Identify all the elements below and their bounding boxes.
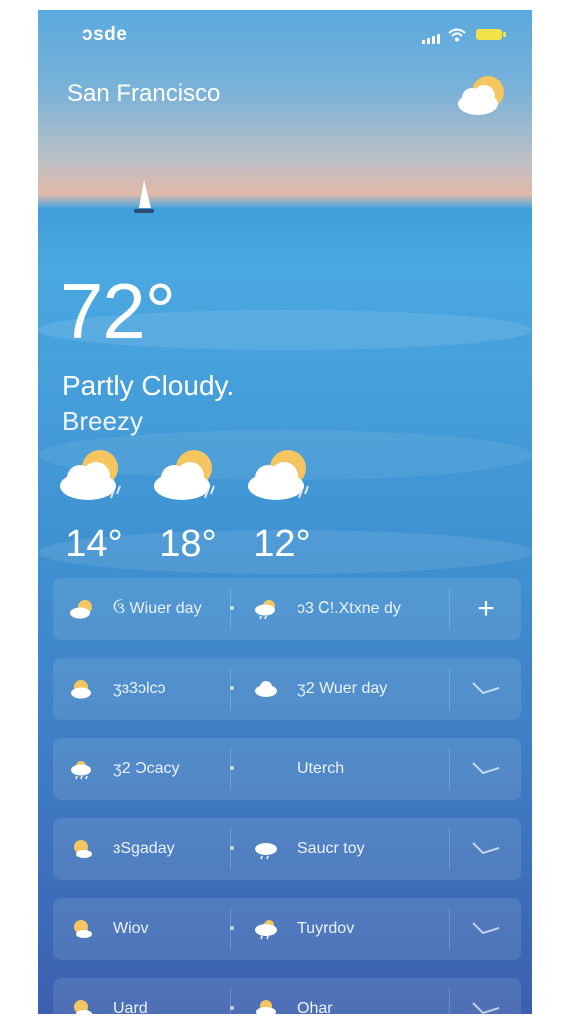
divider [230,588,231,630]
partly-cloudy-rain-icon [60,450,121,500]
chevron-down-icon [472,1002,500,1014]
forecast-row[interactable]: ʒɜ3ɔlcɔ ʒ2 Wuer day [53,658,521,720]
sun-cloud-icon [74,840,92,858]
expand-button[interactable] [451,658,521,720]
cloud-rain-icon [255,600,275,620]
forecast-right-label: Uterch [297,760,345,777]
hourly-temp: 14° [65,523,123,565]
current-condition: Partly Cloudy. [62,370,235,401]
forecast-left-label: ɜSgaday [113,840,175,857]
forecast-row[interactable]: Wiov Tuyrdov [53,898,521,960]
chevron-down-icon [472,922,500,935]
forecast-right-label: ɔ3 Ꮯ!.Xtxne dy [297,600,401,617]
plus-icon: + [477,592,495,625]
status-time: ɔsde [82,24,128,45]
forecast-right-label: Saucr toy [297,840,365,857]
expand-button[interactable] [451,978,521,1014]
partly-cloudy-rain-icon [248,450,309,500]
forecast-left-label: Uard [113,1000,148,1014]
forecast-left-label: ઉ Wiuer day [113,600,202,617]
chevron-down-icon [472,682,500,695]
partly-cloudy-icon [71,680,91,699]
forecast-row[interactable]: Uard Ohar [53,978,521,1014]
cloud-rain-icon [71,761,91,780]
chevron-down-icon [472,842,500,855]
divider [230,668,231,710]
forecast-row[interactable]: ʒ2 Ɔcacy Uterch [53,738,521,800]
partly-cloudy-rain-icon [154,450,215,500]
forecast-left-label: ʒɜ3ɔlcɔ [113,680,166,697]
divider [230,748,231,790]
status-bar: ɔsde [38,10,532,54]
divider [230,828,231,870]
wifi-icon [448,28,466,42]
divider [449,588,450,630]
hourly-temp: 18° [159,523,217,565]
forecast-left-cell: ઉ Wiuer day [69,578,202,640]
forecast-left-cell: ɜSgaday [69,818,175,880]
partly-cloudy-icon[interactable] [454,72,510,118]
battery-icon [476,29,506,40]
forecast-right-cell: Tuyrdov [253,898,354,960]
city-name: San Francisco [67,80,221,107]
forecast-right-cell: ʒ2 Wuer day [253,658,387,720]
sailboat-icon [134,180,154,213]
divider [449,668,450,710]
forecast-right-label: ʒ2 Wuer day [297,680,388,697]
forecast-left-cell: ʒɜ3ɔlcɔ [69,658,166,720]
expand-button[interactable] [451,898,521,960]
forecast-left-cell: Wiov [69,898,149,960]
forecast-row[interactable]: ઉ Wiuer day ɔ3 Ꮯ!.Xtxne dy + [53,578,521,640]
wind-description: Breezy [62,406,143,436]
hourly-temp: 12° [253,523,311,565]
sun-cloud-icon [74,1000,92,1014]
forecast-right-cell: ɔ3 Ꮯ!.Xtxne dy [253,578,401,640]
cloud-rain-icon [255,843,277,860]
horizon [38,194,532,208]
forecast-right-label: Tuyrdov [297,920,355,937]
forecast-left-cell: ʒ2 Ɔcacy [69,738,180,800]
chevron-down-icon [472,762,500,775]
forecast-right-cell: Uterch [253,738,344,800]
forecast-right-cell: Saucr toy [253,818,365,880]
forecast-left-label: ʒ2 Ɔcacy [113,760,180,777]
hourly-item[interactable]: 14° [54,446,134,566]
cloud-rain-icon [255,920,277,940]
cell-signal-icon [422,34,440,44]
forecast-row[interactable]: ɜSgaday Saucr toy [53,818,521,880]
forecast-left-label: Wiov [113,920,149,937]
divider [449,908,450,950]
add-button[interactable]: + [451,578,521,640]
divider [449,828,450,870]
hourly-item[interactable]: 12° [242,446,322,566]
sun-cloud-icon [74,920,92,938]
partly-cloudy-icon [256,1000,276,1014]
divider [230,908,231,950]
phone-screen: ɔsde San Francisco 72° Partly Cloudy. Br… [38,10,532,1014]
cloud-icon [255,681,277,697]
expand-button[interactable] [451,818,521,880]
forecast-left-cell: Uard [69,978,148,1014]
divider [449,748,450,790]
forecast-right-label: Ohar [297,1000,333,1014]
divider [230,988,231,1014]
forecast-right-cell: Ohar [253,978,333,1014]
divider [449,988,450,1014]
hourly-item[interactable]: 18° [148,446,228,566]
partly-cloudy-icon [70,600,92,619]
current-temperature: 72° [60,267,176,355]
expand-button[interactable] [451,738,521,800]
